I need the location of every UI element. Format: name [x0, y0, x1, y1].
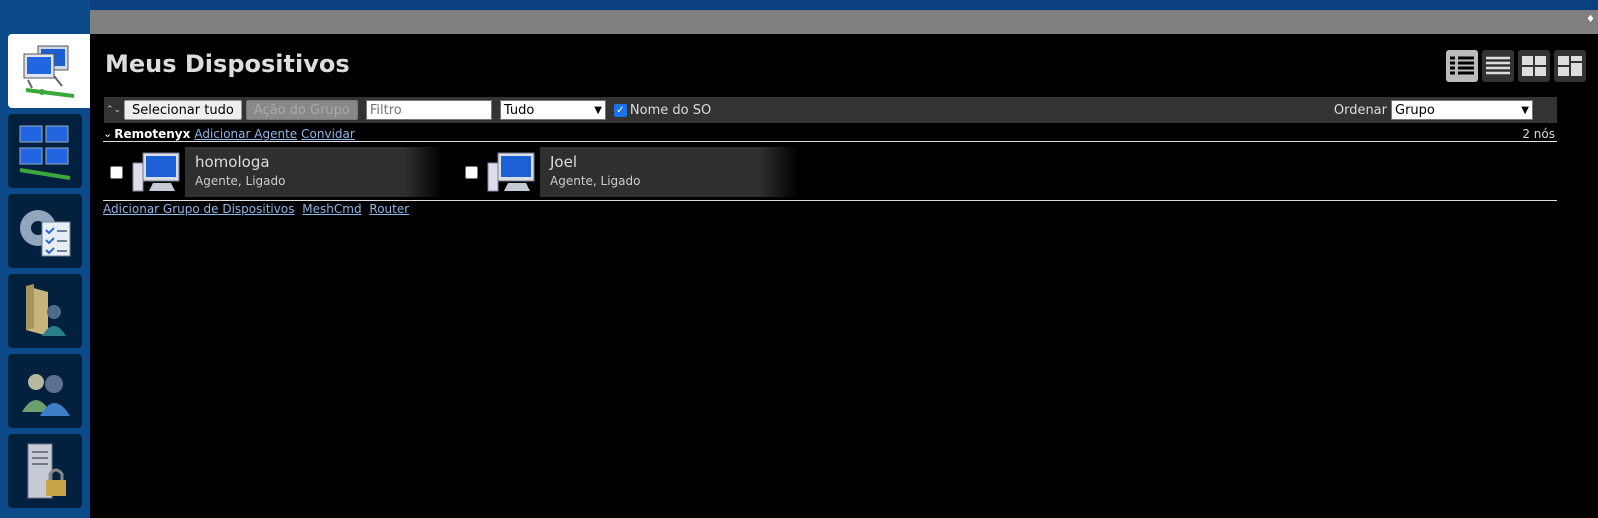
device-tile[interactable]: Joel Agente, Ligado	[457, 146, 798, 198]
group-action-button[interactable]: Ação do Grupo	[245, 100, 358, 120]
device-name[interactable]: homologa	[195, 153, 433, 171]
list-icon	[1486, 56, 1510, 75]
gear-checklist-icon	[20, 210, 71, 257]
select-all-button[interactable]: Selecionar tudo	[124, 100, 242, 120]
sort-value: Grupo	[1395, 102, 1435, 118]
chevron-down-icon: ▼	[594, 104, 602, 116]
desktop-computer-icon	[132, 152, 180, 192]
device-status: Agente, Ligado	[550, 174, 641, 188]
os-name-checkbox[interactable]: ✓	[613, 103, 627, 117]
device-card[interactable]: Joel Agente, Ligado	[540, 147, 798, 197]
page-title: Meus Dispositivos	[105, 50, 350, 78]
device-name[interactable]: Joel	[550, 153, 788, 171]
sidebar	[0, 0, 90, 518]
add-device-group-link[interactable]: Adicionar Grupo de Dispositivos	[103, 202, 294, 216]
sort-select[interactable]: Grupo ▼	[1391, 100, 1533, 120]
device-status: Agente, Ligado	[195, 174, 286, 188]
os-name-label: Nome do SO	[629, 102, 712, 118]
collapse-toggle-icon[interactable]: ⌃⌄	[106, 106, 121, 115]
device-checkbox[interactable]	[465, 165, 478, 179]
meshcmd-link[interactable]: MeshCmd	[302, 202, 361, 216]
mixed-tiles-icon	[1558, 56, 1582, 76]
sidebar-item-server[interactable]	[8, 434, 82, 508]
computers-network-icon	[23, 45, 75, 98]
tiles-icon	[1522, 56, 1546, 76]
multi-monitor-network-icon	[19, 125, 71, 180]
device-toolbar: ⌃⌄ Selecionar tudo Ação do Grupo Tudo ▼ …	[104, 97, 1557, 123]
footer-links: Adicionar Grupo de Dispositivos MeshCmd …	[103, 202, 413, 216]
view-detailed-list-button[interactable]	[1446, 50, 1478, 82]
users-icon	[22, 374, 70, 416]
add-agent-link[interactable]: Adicionar Agente	[194, 127, 297, 141]
group-divider	[103, 200, 1557, 201]
sort-label: Ordenar	[1333, 102, 1387, 118]
node-count: 2 nós	[1522, 126, 1555, 141]
device-card[interactable]: homologa Agente, Ligado	[185, 147, 443, 197]
sidebar-item-device-groups[interactable]	[8, 114, 82, 188]
filter-input[interactable]	[365, 100, 492, 120]
chevron-down-icon: ▼	[1521, 104, 1529, 116]
group-collapse-icon[interactable]: ⌄	[103, 127, 112, 140]
router-link[interactable]: Router	[369, 202, 409, 216]
view-tiles-button[interactable]	[1518, 50, 1550, 82]
show-filter-value: Tudo	[503, 102, 535, 118]
corner-glyph[interactable]: ♦	[1586, 14, 1595, 25]
sidebar-item-users[interactable]	[8, 354, 82, 428]
folder-user-icon	[26, 284, 66, 336]
desktop-computer-icon	[487, 152, 535, 192]
view-switcher	[1446, 50, 1586, 82]
device-checkbox[interactable]	[110, 165, 123, 179]
sidebar-item-settings[interactable]	[8, 194, 82, 268]
detailed-list-icon	[1450, 56, 1474, 75]
group-header: ⌄ Remotenyx Adicionar Agente Convidar 2 …	[103, 126, 1557, 142]
show-filter-select[interactable]: Tudo ▼	[499, 100, 606, 120]
view-mixed-tiles-button[interactable]	[1554, 50, 1586, 82]
group-name: Remotenyx	[114, 126, 191, 141]
view-list-button[interactable]	[1482, 50, 1514, 82]
invite-link[interactable]: Convidar	[301, 127, 355, 141]
server-lock-icon	[27, 443, 66, 499]
sidebar-item-files[interactable]	[8, 274, 82, 348]
main-content: Meus Dispositivos ⌃⌄ Selecionar tudo Açã…	[90, 34, 1598, 518]
device-tile[interactable]: homologa Agente, Ligado	[102, 146, 443, 198]
top-header-bar	[0, 0, 1598, 10]
title-strip: ♦	[90, 10, 1598, 34]
sidebar-item-my-devices[interactable]	[8, 34, 90, 108]
